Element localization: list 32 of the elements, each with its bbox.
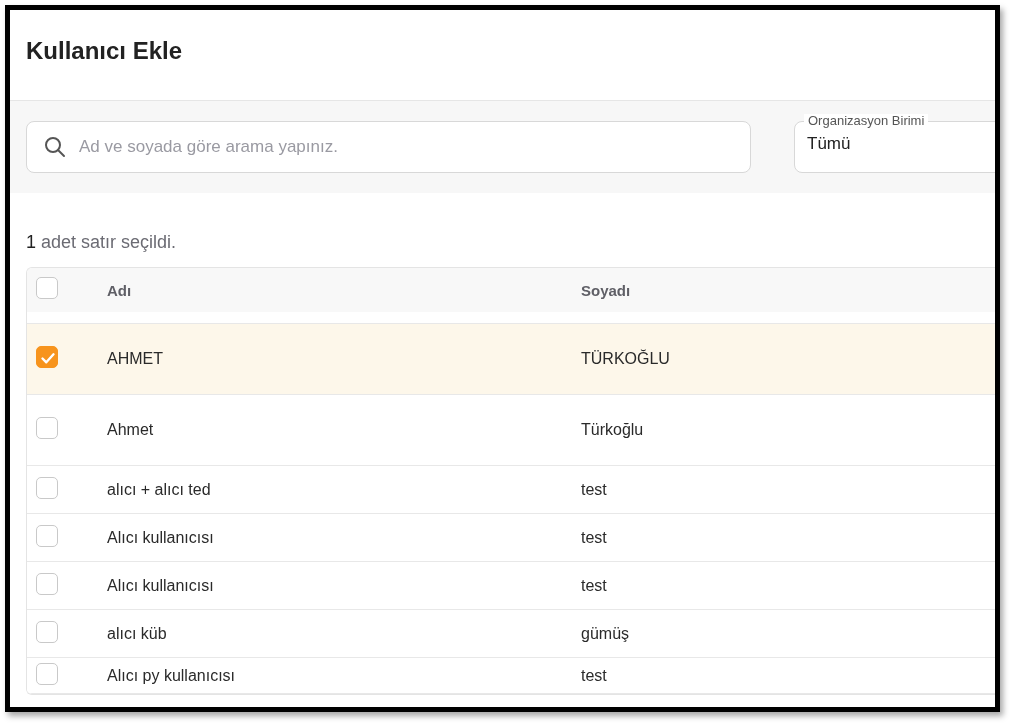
search-icon [44, 136, 66, 158]
checkbox[interactable] [36, 417, 58, 439]
selected-count: 1 [26, 231, 36, 253]
checkbox[interactable] [36, 524, 58, 547]
table-cell-text: Ahmet [107, 421, 155, 439]
checkbox[interactable] [36, 346, 58, 368]
column-header[interactable]: Soyadı [581, 281, 995, 299]
page-title: Kullanıcı Ekle [25, 36, 183, 66]
dropdown-value: Tümü [807, 134, 851, 154]
search-field[interactable]: Ad ve soyada göre arama yapınız. [26, 121, 751, 173]
table-cell-text: gümüş [581, 624, 631, 643]
table-cell-text: Türkoğlu [581, 421, 645, 439]
table-cell-text: Alıcı kullanıcısı [107, 576, 215, 595]
table-cell-text: test [581, 666, 608, 685]
checkbox[interactable] [36, 277, 58, 299]
table-cell-text: alıcı küb [107, 624, 168, 643]
table-cell-text: alıcı + alıcı ted [107, 480, 212, 499]
table-cell-text: TÜRKOĞLU [581, 350, 671, 368]
checkbox[interactable] [36, 620, 58, 643]
table-cell-text: test [581, 480, 608, 499]
checkbox[interactable] [36, 572, 58, 595]
table-cell-text: AHMET [107, 350, 164, 368]
table-cell-text: Alıcı kullanıcısı [107, 528, 215, 547]
selected-row-highlight[interactable]: AHMET TÜRKOĞLU [27, 324, 995, 395]
column-header[interactable]: Adı [107, 281, 581, 299]
checkbox[interactable] [36, 476, 58, 499]
checkbox[interactable] [36, 662, 58, 685]
table-cell-text: test [581, 576, 608, 595]
field-label: Organizasyon Birimi [804, 114, 929, 128]
table-cell-text: Alıcı py kullanıcısı [107, 666, 237, 685]
table-cell-text: test [581, 528, 608, 547]
selection-label: adet satır seçildi. [41, 231, 177, 253]
